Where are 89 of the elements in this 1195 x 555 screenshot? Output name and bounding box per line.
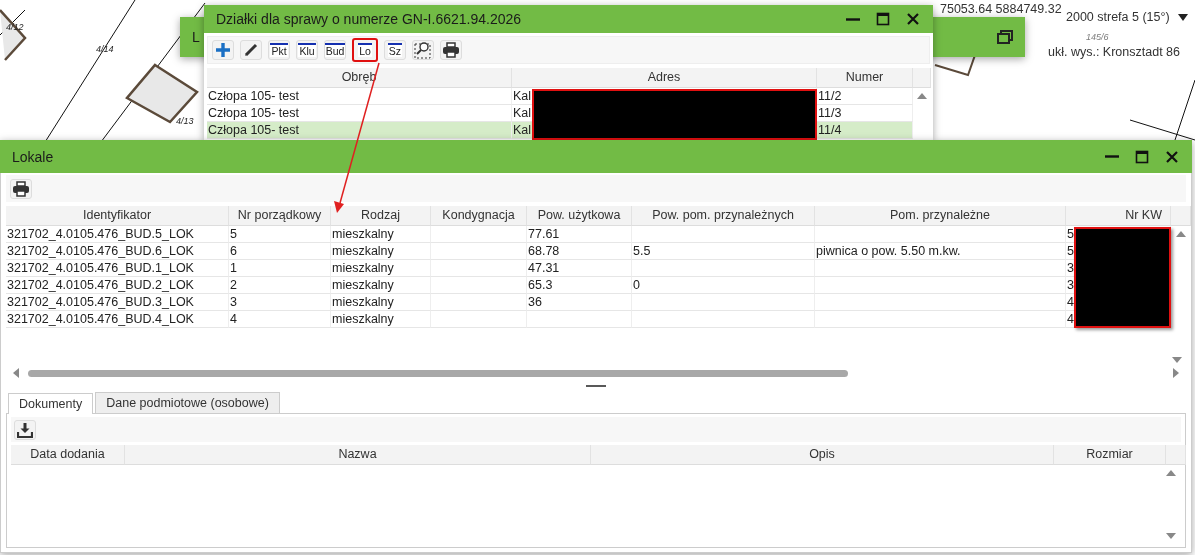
scroll-up-icon[interactable] <box>1175 230 1187 238</box>
print-button[interactable] <box>10 178 32 199</box>
table-cell: mieszkalny <box>331 294 431 311</box>
table-cell: 36 <box>527 294 632 311</box>
scroll-left-icon[interactable] <box>12 367 20 379</box>
print-icon <box>12 180 30 197</box>
column-header[interactable]: Adres <box>512 68 817 88</box>
table-cell: piwnica o pow. 5.50 m.kw. <box>815 243 1066 260</box>
column-header[interactable]: Pom. przynależne <box>815 206 1066 226</box>
download-icon <box>17 421 33 438</box>
parcel-number: 4/14 <box>96 44 114 54</box>
close-icon <box>906 12 920 26</box>
table-cell: 0 <box>632 277 815 294</box>
column-header[interactable]: Pow. pom. przynależnych <box>632 206 815 226</box>
table-cell: mieszkalny <box>331 277 431 294</box>
tab[interactable]: Dane podmiotowe (osobowe) <box>95 392 280 413</box>
restore-icon <box>997 30 1013 44</box>
scroll-right-icon[interactable] <box>1172 367 1180 379</box>
restore-button[interactable] <box>995 27 1015 47</box>
table-cell: 4 <box>229 311 331 328</box>
parcel-number: 145/6 <box>1086 32 1109 42</box>
table-cell: 321702_4.0105.476_BUD.6_LOK <box>6 243 229 260</box>
maximize-icon <box>876 12 890 26</box>
header-filler <box>1166 445 1186 465</box>
splitter-handle[interactable] <box>586 384 606 388</box>
scroll-up-icon[interactable] <box>1165 469 1177 477</box>
column-header[interactable]: Opis <box>591 445 1054 465</box>
print-icon <box>442 42 460 58</box>
maximize-icon <box>1135 149 1149 164</box>
pencil-icon <box>243 42 259 58</box>
toolbar-button[interactable] <box>412 40 434 60</box>
table-cell: 321702_4.0105.476_BUD.4_LOK <box>6 311 229 328</box>
window-title: Lokale <box>12 148 55 165</box>
minimize-icon <box>846 17 860 21</box>
caret-icon[interactable] <box>1178 14 1188 22</box>
table-cell: 321702_4.0105.476_BUD.1_LOK <box>6 260 229 277</box>
toolbar-button[interactable]: Lo <box>352 38 378 62</box>
zoom-area-icon <box>414 41 432 59</box>
window-title: Działki dla sprawy o numerze GN-I.6621.94.2026 <box>216 11 523 27</box>
column-header[interactable]: Data dodania <box>11 445 125 465</box>
minimize-icon <box>1105 155 1119 158</box>
column-header[interactable]: Nazwa <box>125 445 591 465</box>
column-header[interactable]: Nr porządkowy <box>229 206 331 226</box>
table-cell: Człopa 105- test <box>207 122 512 139</box>
download-button[interactable] <box>14 419 36 440</box>
table-cell: 6 <box>229 243 331 260</box>
table-cell: mieszkalny <box>331 243 431 260</box>
table-cell: 2 <box>229 277 331 294</box>
plus-icon <box>215 42 231 58</box>
window-title: L <box>192 29 201 45</box>
toolbar-button[interactable]: Bud <box>324 40 346 60</box>
toolbar-button[interactable]: Klu <box>296 40 318 60</box>
scroll-down-icon[interactable] <box>1171 356 1183 364</box>
table-cell: Człopa 105- test <box>207 88 512 105</box>
table-cell: 77.61 <box>527 226 632 243</box>
scroll-up-icon[interactable] <box>916 92 928 100</box>
table-cell: 5.5 <box>632 243 815 260</box>
coordinates-text: 75053.64 5884749.32 <box>940 2 1062 16</box>
toolbar-button[interactable]: Sz <box>384 40 406 60</box>
crs-label: 2000 strefa 5 (15°) <box>1066 10 1170 24</box>
table-cell: 321702_4.0105.476_BUD.2_LOK <box>6 277 229 294</box>
toolbar-button[interactable]: Pkt <box>268 40 290 60</box>
column-header[interactable]: Nr KW <box>1066 206 1171 226</box>
column-header[interactable]: Identyfikator <box>6 206 229 226</box>
column-header[interactable]: Pow. użytkowa <box>527 206 632 226</box>
tab[interactable]: Dokumenty <box>8 393 94 414</box>
table-cell: 1 <box>229 260 331 277</box>
height-system-label: ukł. wys.: Kronsztadt 86 <box>1048 45 1180 59</box>
table-cell: 47.31 <box>527 260 632 277</box>
scrollbar-thumb[interactable] <box>28 369 848 377</box>
column-header[interactable]: Rozmiar <box>1054 445 1166 465</box>
table-cell: 68.78 <box>527 243 632 260</box>
table-cell: mieszkalny <box>331 311 431 328</box>
table-cell: 5 <box>229 226 331 243</box>
parcel-number: 4/13 <box>176 116 194 126</box>
table-cell: 3 <box>229 294 331 311</box>
toolbar-button[interactable] <box>240 40 262 60</box>
close-icon <box>1165 149 1179 164</box>
table-cell: mieszkalny <box>331 260 431 277</box>
column-header[interactable]: Kondygnacja <box>431 206 527 226</box>
table-cell: 321702_4.0105.476_BUD.5_LOK <box>6 226 229 243</box>
scroll-down-icon[interactable] <box>1165 532 1177 540</box>
column-header[interactable]: Numer <box>817 68 913 88</box>
table-cell: mieszkalny <box>331 226 431 243</box>
column-header[interactable]: Rodzaj <box>331 206 431 226</box>
table-cell: 65.3 <box>527 277 632 294</box>
table-cell: 321702_4.0105.476_BUD.3_LOK <box>6 294 229 311</box>
toolbar-button[interactable] <box>440 40 462 60</box>
table-cell: 11/4 <box>817 122 913 139</box>
